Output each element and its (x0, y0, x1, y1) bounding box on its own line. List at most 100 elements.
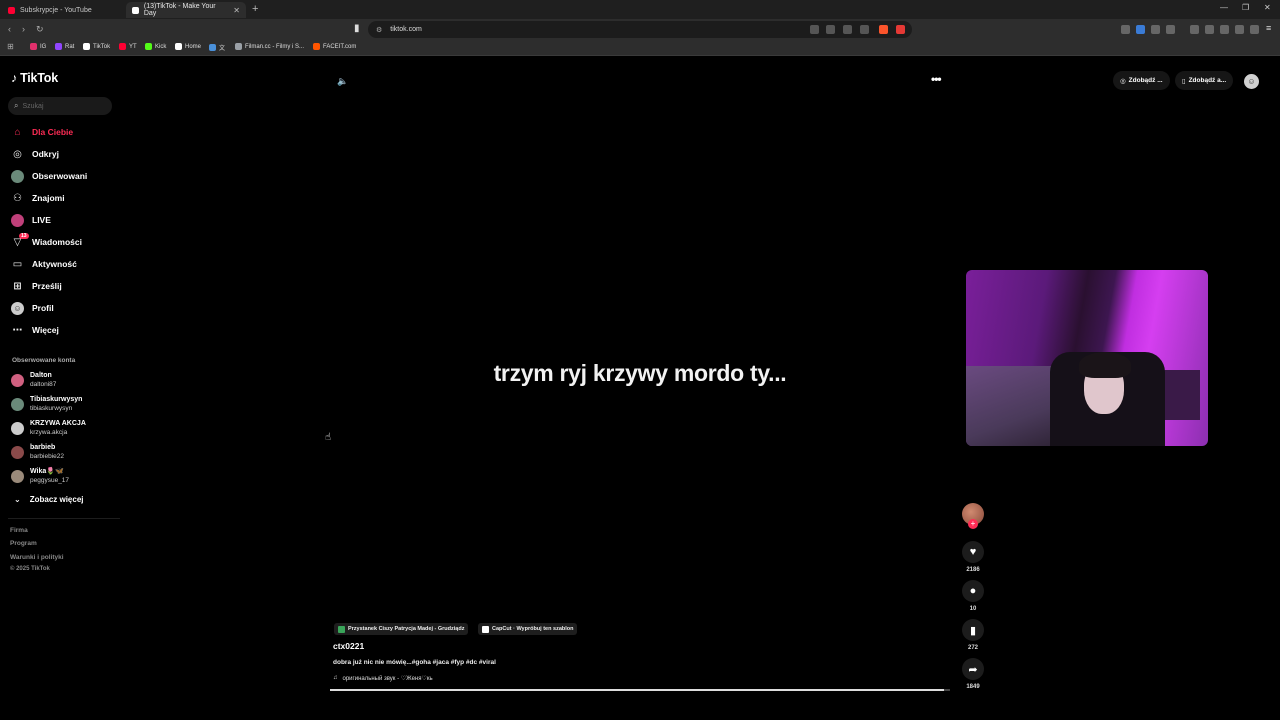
brave-shield-icon[interactable] (879, 25, 888, 34)
sidebar-item-activity[interactable]: ▭ Aktywność (11, 256, 77, 272)
messages-icon: ▽ 13 (13, 232, 29, 248)
comment-button[interactable]: ● 10 (961, 580, 985, 612)
bookmark-item[interactable]: Kick (145, 43, 166, 50)
sidebar-item-following[interactable]: Obserwowani (11, 168, 87, 184)
vpn-icon[interactable] (1250, 25, 1259, 34)
sidebar-item-friends[interactable]: ⚇ Znajomi (11, 190, 65, 206)
back-icon[interactable]: ‹ (8, 24, 11, 34)
bookmark-item[interactable]: YT (119, 43, 137, 50)
video-progress-bar[interactable] (330, 689, 950, 691)
menu-icon[interactable]: ≡ (1266, 23, 1271, 33)
sidebar-item-label: Odkryj (32, 149, 59, 159)
minimize-icon[interactable]: — (1220, 3, 1228, 12)
bookmark-icon[interactable]: ▮ (354, 23, 360, 34)
tiktok-logo[interactable]: ♪ TikTok (11, 71, 58, 85)
get-coins-button[interactable]: ◎ Zdobądź ... (1113, 71, 1170, 90)
share-button[interactable]: ➦ 1849 (961, 658, 985, 690)
music-title: оригинальный звук - ♡Женя♡кь (342, 676, 433, 682)
see-more-button[interactable]: ⌄ Zobacz więcej (14, 495, 84, 504)
ext3-icon[interactable] (1151, 25, 1160, 34)
rewards-icon[interactable] (896, 25, 905, 34)
tab-tiktok[interactable]: (13)TikTok - Make Your Day ✕ (126, 2, 246, 18)
sidebar-icon[interactable] (1205, 25, 1214, 34)
hair-shape (1079, 352, 1131, 378)
account-username: peggysue_17 (30, 476, 70, 484)
location-chip[interactable]: Przystanek Ciszy Patrycja Madej - Grudzi… (334, 623, 469, 635)
share-icon[interactable] (860, 25, 869, 34)
save-button[interactable]: ▮ 272 (961, 619, 985, 651)
ext4-icon[interactable] (1166, 25, 1175, 34)
bookmark-label: Rat (65, 43, 75, 50)
avatar (11, 374, 24, 387)
media-icon[interactable] (1190, 25, 1199, 34)
translate-icon[interactable] (843, 25, 852, 34)
reload-icon[interactable]: ↻ (36, 24, 44, 35)
restore-icon[interactable]: ❐ (1242, 3, 1249, 12)
account-name: Tibiaskurwysyn (30, 396, 83, 403)
follow-plus-icon[interactable]: + (968, 519, 978, 529)
apps-grid-icon[interactable]: ⊞ (7, 42, 14, 51)
account-name: Dalton (30, 372, 52, 379)
bookmarks-bar: ⊞ IG Rat TikTok YT Kick Home 文 Filman.cc… (0, 40, 1280, 56)
bookmark-item[interactable]: Home (175, 43, 201, 50)
sidebar-item-explore[interactable]: ◎ Odkryj (11, 146, 59, 162)
bookmark-label: Home (185, 43, 202, 50)
phone-icon: ▯ (1182, 77, 1186, 85)
account-username: barbiebie22 (30, 452, 64, 460)
footer-link[interactable]: Warunki i polityki (10, 554, 64, 561)
tab-youtube[interactable]: Subskrypcje - YouTube (2, 2, 124, 18)
ext1-icon[interactable] (1121, 25, 1130, 34)
location-icon (338, 625, 345, 633)
address-bar-row: ‹ › ↻ ▮ ⚙ tiktok.com ≡ (0, 19, 1280, 40)
progress-fill (330, 689, 944, 691)
bookmark-item[interactable]: IG (30, 43, 46, 50)
sidebar-item-profile[interactable]: ☺ Profil (11, 300, 54, 316)
extension-icon[interactable] (810, 25, 819, 34)
activity-icon: ▭ (12, 258, 23, 270)
sidebar-item-for-you[interactable]: ⌂ Dla Ciebie (11, 124, 73, 140)
forward-icon[interactable]: › (22, 24, 25, 34)
close-tab-icon[interactable]: ✕ (233, 6, 240, 15)
followed-account[interactable]: Wika🌷🦋 peggysue_17 (11, 468, 69, 485)
video-author[interactable]: ctx0221 (333, 641, 364, 651)
webcam-overlay (966, 270, 1208, 446)
bookmark-item[interactable]: FACEIT.com (313, 43, 356, 50)
new-tab-icon[interactable]: + (252, 3, 258, 15)
cast-icon[interactable] (826, 25, 835, 34)
bookmark-item[interactable]: TikTok (83, 43, 110, 50)
volume-icon[interactable]: 🔈 (337, 76, 348, 87)
account-username: tibiaskurwysyn (30, 404, 73, 412)
leo-icon[interactable] (1235, 25, 1244, 34)
wallet-icon[interactable] (1220, 25, 1229, 34)
sidebar-item-upload[interactable]: ⊞ Prześlij (11, 278, 61, 294)
footer-link[interactable]: Program (10, 540, 37, 547)
creator-avatar[interactable]: + (962, 503, 984, 529)
messages-badge: 13 (19, 232, 29, 239)
site-info-icon[interactable]: ⚙ (376, 26, 382, 34)
get-app-button[interactable]: ▯ Zdobądź a... (1175, 71, 1234, 90)
sidebar-item-messages[interactable]: ▽ 13 Wiadomości (11, 232, 82, 250)
save-count: 272 (967, 645, 978, 651)
ext2-icon[interactable] (1136, 25, 1145, 34)
like-button[interactable]: ♥ 2186 (961, 541, 985, 573)
more-options-icon[interactable]: ••• (931, 72, 942, 86)
search-input[interactable]: ⌕ Szukaj (8, 97, 112, 115)
followed-account[interactable]: Tibiaskurwysyn tibiaskurwysyn (11, 396, 82, 413)
video-caption-overlay: trzym ryj krzywy mordo ty... (493, 360, 787, 386)
followed-account[interactable]: KRZYWA AKCJA krzywa.akcja (11, 420, 86, 437)
more-icon: ⋯ (12, 324, 23, 336)
music-info[interactable]: ♫ оригинальный звук - ♡Женя♡кь (333, 675, 433, 682)
followed-account[interactable]: barbieb barbiebie22 (11, 444, 64, 461)
close-window-icon[interactable]: ✕ (1264, 3, 1271, 12)
account-username: daltoni87 (30, 380, 57, 388)
bookmark-item[interactable]: 文 (209, 43, 225, 52)
bookmark-item[interactable]: Rat (55, 43, 74, 50)
bookmark-item[interactable]: Filman.cc - Filmy i S... (235, 43, 304, 50)
sidebar-item-live[interactable]: LIVE (11, 212, 51, 228)
sidebar-item-more[interactable]: ⋯ Więcej (11, 322, 59, 338)
capcut-chip[interactable]: CapCut · Wypróbuj ten szablon (478, 623, 578, 635)
user-avatar[interactable]: ☺ (1244, 74, 1259, 89)
youtube-icon (8, 6, 15, 14)
footer-link[interactable]: Firma (10, 527, 28, 534)
followed-account[interactable]: Dalton daltoni87 (11, 372, 56, 389)
